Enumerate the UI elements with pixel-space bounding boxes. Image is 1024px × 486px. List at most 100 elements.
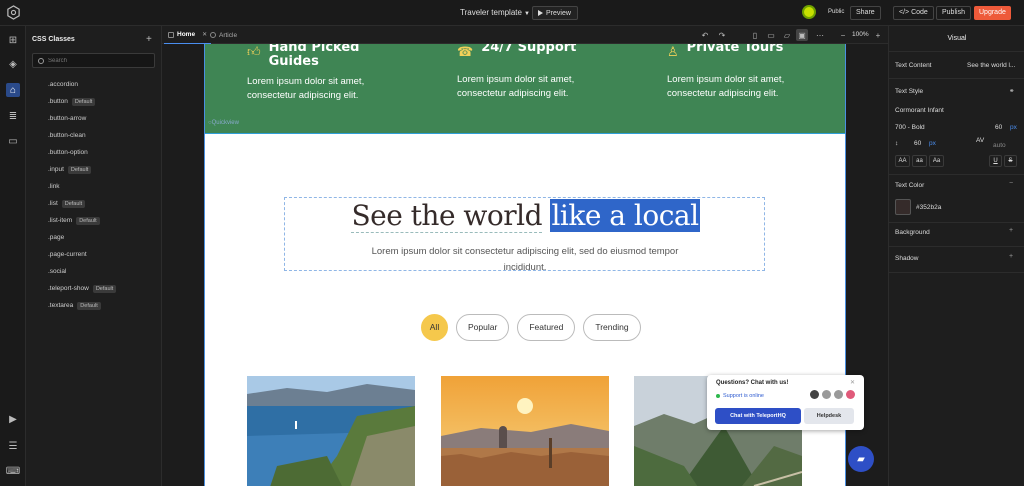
database-icon[interactable]: ≣ bbox=[6, 109, 20, 123]
font-weight-select[interactable]: 700 - Bold bbox=[895, 124, 925, 131]
chat-widget[interactable]: Questions? Chat with us! ✕ Support is on… bbox=[707, 375, 864, 430]
divider bbox=[889, 222, 1024, 223]
letter-spacing-input[interactable]: auto bbox=[993, 142, 1006, 149]
class-item[interactable]: .button-clean bbox=[48, 127, 116, 144]
avatar bbox=[810, 390, 819, 399]
document-icon[interactable]: ☰ bbox=[6, 439, 20, 453]
class-item[interactable]: .button Default bbox=[48, 93, 116, 110]
class-item[interactable]: .list Default bbox=[48, 195, 116, 212]
tab-home[interactable]: Home ✕ bbox=[164, 26, 212, 44]
support-status-text: Support is online bbox=[723, 393, 764, 399]
add-icon[interactable]: + bbox=[1009, 227, 1013, 234]
class-search-input[interactable] bbox=[48, 56, 148, 66]
upgrade-button[interactable]: Upgrade bbox=[974, 6, 1011, 20]
hero-title[interactable]: See the world like a local bbox=[285, 198, 766, 234]
preview-button[interactable]: Preview bbox=[532, 6, 578, 20]
class-item[interactable]: .page-current bbox=[48, 246, 116, 263]
class-name: .social bbox=[48, 268, 67, 275]
background-label[interactable]: Background bbox=[895, 229, 930, 236]
desktop-view-icon[interactable]: ▣ bbox=[796, 29, 808, 41]
user-icon: ♙ bbox=[667, 44, 679, 59]
layers-icon[interactable]: ◈ bbox=[6, 57, 20, 71]
text-color-value[interactable]: #352b2a bbox=[916, 204, 941, 211]
code-button[interactable]: </> Code bbox=[893, 6, 934, 20]
add-element-icon[interactable]: ⊞ bbox=[6, 33, 20, 47]
teleport-logo-icon[interactable] bbox=[6, 5, 21, 20]
class-item[interactable]: .input Default bbox=[48, 161, 116, 178]
text-color-swatch[interactable] bbox=[895, 199, 911, 215]
font-size-input[interactable]: 60 bbox=[995, 124, 1002, 131]
redo-icon[interactable]: ↷ bbox=[716, 29, 728, 41]
divider bbox=[889, 246, 1024, 247]
class-item[interactable]: .textarea Default bbox=[48, 297, 116, 314]
hero-text-container[interactable]: See the world like a local Lorem ipsum d… bbox=[284, 197, 766, 273]
video-icon[interactable]: ▶ bbox=[6, 412, 20, 426]
font-size-unit[interactable]: px bbox=[1010, 124, 1017, 131]
undo-icon[interactable]: ↶ bbox=[699, 29, 711, 41]
filter-all-button[interactable]: All bbox=[421, 314, 448, 341]
filter-trending-button[interactable]: Trending bbox=[583, 314, 641, 341]
publish-button[interactable]: Publish bbox=[936, 6, 971, 20]
quickview-label[interactable]: Quickview bbox=[208, 120, 239, 126]
class-item[interactable]: .page bbox=[48, 229, 116, 246]
class-item[interactable]: .social bbox=[48, 263, 116, 280]
class-item[interactable]: .link bbox=[48, 178, 116, 195]
class-item[interactable]: .button-arrow bbox=[48, 110, 116, 127]
class-item[interactable]: .list-item Default bbox=[48, 212, 116, 229]
features-section[interactable]: 👍︎ Hand Picked Guides Lorem ipsum dolor … bbox=[205, 44, 845, 134]
tab-article[interactable]: Article bbox=[206, 26, 241, 44]
share-button[interactable]: Share bbox=[850, 6, 881, 20]
capitalize-button[interactable]: Aa bbox=[929, 155, 944, 167]
filter-popular-button[interactable]: Popular bbox=[456, 314, 510, 341]
destination-photo-coast[interactable] bbox=[247, 376, 415, 486]
close-icon[interactable]: ✕ bbox=[850, 379, 855, 386]
play-icon bbox=[538, 10, 543, 16]
add-class-icon[interactable]: + bbox=[146, 34, 152, 45]
lowercase-button[interactable]: aa bbox=[912, 155, 927, 167]
folder-icon[interactable]: ▭ bbox=[6, 134, 20, 148]
more-options-icon[interactable]: ⋯ bbox=[814, 29, 826, 41]
user-avatar[interactable] bbox=[802, 5, 816, 19]
destination-photo-city[interactable] bbox=[441, 376, 609, 486]
class-name: .button-arrow bbox=[48, 115, 87, 122]
uppercase-button[interactable]: AA bbox=[895, 155, 910, 167]
class-item[interactable]: .teleport-show Default bbox=[48, 280, 117, 297]
feature-card[interactable]: 👍︎ Hand Picked Guides Lorem ipsum dolor … bbox=[247, 44, 397, 103]
hero-subtitle[interactable]: Lorem ipsum dolor sit consectetur adipis… bbox=[355, 244, 695, 276]
project-title-dropdown[interactable]: Traveler template ▼ bbox=[460, 8, 530, 17]
shadow-label[interactable]: Shadow bbox=[895, 255, 919, 262]
css-classes-icon[interactable]: ⌂ bbox=[6, 83, 20, 97]
chat-with-teleporthq-button[interactable]: Chat with TeleportHQ bbox=[715, 408, 801, 424]
link-icon[interactable]: ⚭ bbox=[1009, 87, 1014, 95]
helpdesk-button[interactable]: Helpdesk bbox=[804, 408, 854, 424]
text-content-value[interactable]: See the world l... bbox=[967, 62, 1015, 69]
tablet-view-icon[interactable]: ▭ bbox=[765, 29, 777, 41]
class-item[interactable]: .accordion bbox=[48, 76, 116, 93]
chat-bubble-icon[interactable]: ▰ bbox=[848, 446, 874, 472]
class-name: .list bbox=[48, 200, 58, 207]
class-search-box[interactable] bbox=[32, 53, 155, 68]
zoom-out-icon[interactable]: − bbox=[837, 29, 849, 41]
underline-icon[interactable]: U bbox=[989, 155, 1002, 167]
feature-card[interactable]: ☎︎ 24/7 Support Lorem ipsum dolor sit am… bbox=[457, 44, 607, 101]
class-name: .accordion bbox=[48, 81, 78, 88]
class-name: .page bbox=[48, 234, 65, 241]
tab-visual[interactable]: Visual bbox=[889, 26, 1024, 52]
filter-featured-button[interactable]: Featured bbox=[517, 314, 576, 341]
line-height-input[interactable]: 60 bbox=[914, 140, 921, 147]
font-family-select[interactable]: Cormorant Infant bbox=[895, 107, 944, 114]
feature-card[interactable]: ♙ Private Tours Lorem ipsum dolor sit am… bbox=[667, 44, 817, 101]
line-height-unit[interactable]: px bbox=[929, 140, 936, 147]
class-item[interactable]: .button-option bbox=[48, 144, 116, 161]
keyboard-icon[interactable]: ⌨ bbox=[6, 464, 20, 478]
remove-icon[interactable]: − bbox=[1009, 180, 1013, 187]
strikethrough-icon[interactable]: S bbox=[1004, 155, 1017, 167]
zoom-in-icon[interactable]: + bbox=[872, 29, 884, 41]
support-status: Support is online bbox=[716, 393, 764, 399]
class-name: .input bbox=[48, 166, 64, 173]
laptop-view-icon[interactable]: ▱ bbox=[781, 29, 793, 41]
add-icon[interactable]: + bbox=[1009, 253, 1013, 260]
default-badge: Default bbox=[76, 216, 100, 225]
text-style-label: Text Style bbox=[895, 88, 924, 95]
mobile-view-icon[interactable]: ▯ bbox=[749, 29, 761, 41]
